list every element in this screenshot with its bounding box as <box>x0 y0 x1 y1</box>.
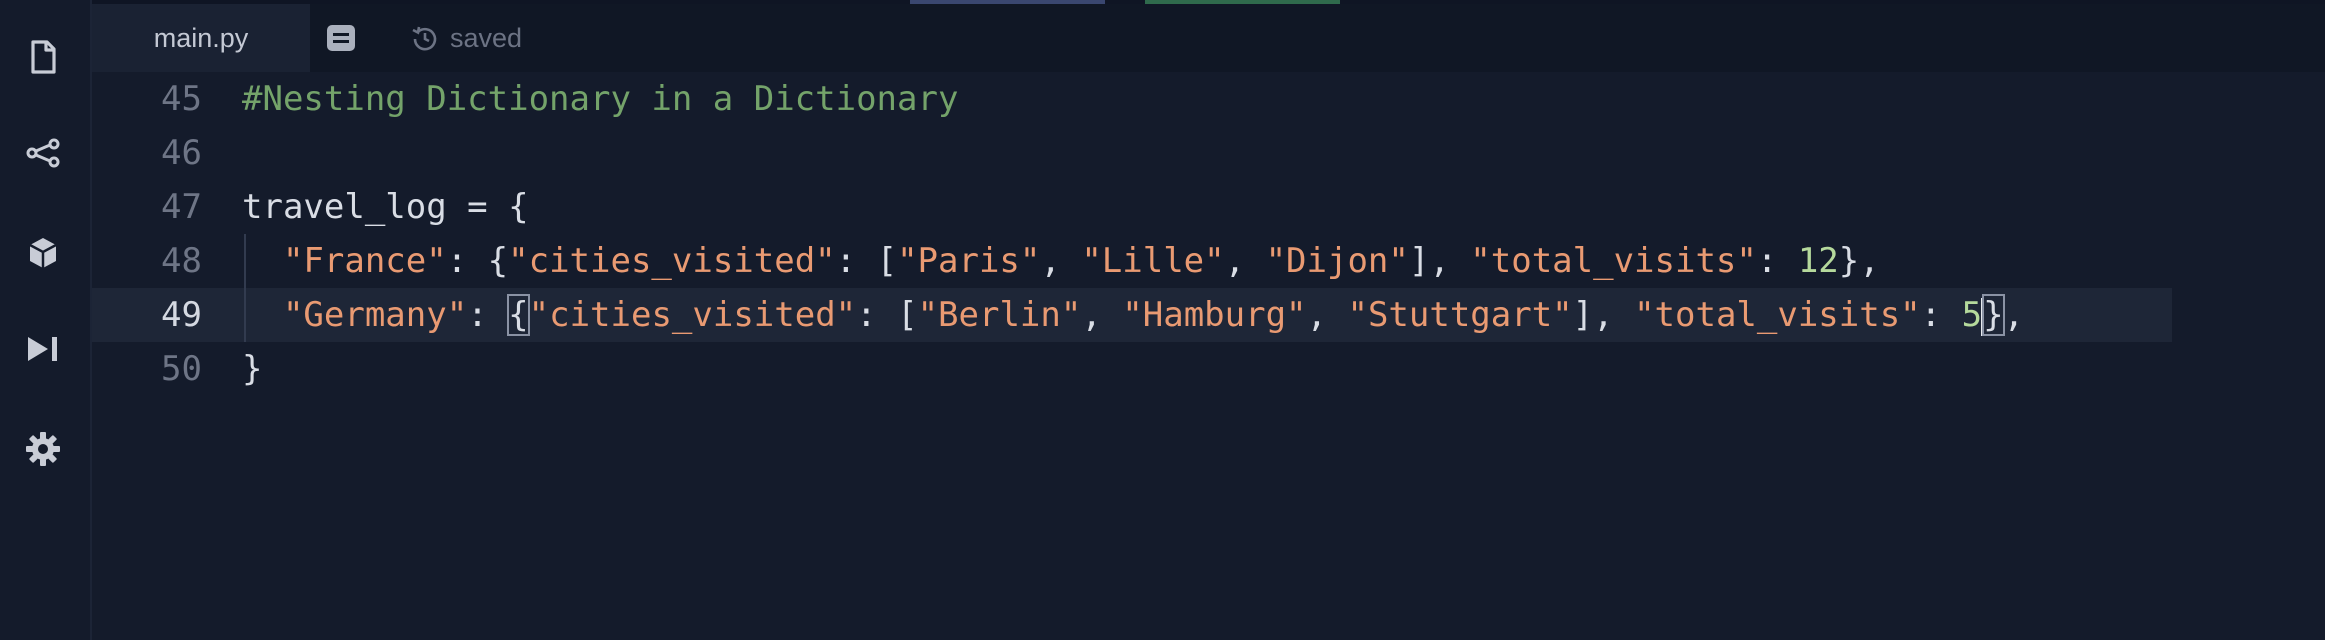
code-token: 5 <box>1961 295 1983 335</box>
code-editor[interactable]: 45 #Nesting Dictionary in a Dictionary 46 4… <box>92 72 2325 640</box>
code-token: : [ <box>856 295 918 335</box>
code-token: 12 <box>1797 241 1839 281</box>
line-code: #Nesting Dictionary in a Dictionary <box>242 72 958 126</box>
activity-sidebar <box>0 0 92 640</box>
save-status: saved <box>410 22 522 54</box>
notes-icon[interactable] <box>326 24 356 52</box>
code-token: , <box>1081 295 1123 335</box>
cube-icon[interactable] <box>22 232 64 274</box>
code-token: "Lille" <box>1081 241 1225 281</box>
line-number: 46 <box>161 133 202 173</box>
code-token: "Hamburg" <box>1122 295 1307 335</box>
line-number: 50 <box>161 349 202 389</box>
code-token: "total_visits" <box>1634 295 1921 335</box>
code-line[interactable]: 47 travel_log = { <box>92 180 2325 234</box>
tab-bar: main.py saved <box>92 4 2325 72</box>
line-number: 48 <box>161 241 202 281</box>
line-code: } <box>242 342 262 396</box>
code-token: , <box>2003 295 2025 335</box>
tab-label: main.py <box>153 22 249 53</box>
gear-icon[interactable] <box>22 428 64 470</box>
line-number: 49 <box>161 295 202 335</box>
code-token: : <box>1756 241 1798 281</box>
line-number: 45 <box>161 79 202 119</box>
code-token: }, <box>1838 241 1880 281</box>
code-token: : [ <box>835 241 898 281</box>
code-token: : { <box>446 241 509 281</box>
history-icon <box>412 26 437 51</box>
code-token: : <box>467 295 509 335</box>
line-code: travel_log = { <box>242 180 529 234</box>
file-icon[interactable] <box>22 36 64 78</box>
matched-bracket: { <box>507 294 530 336</box>
code-token: , <box>1224 241 1266 281</box>
code-token: "total_visits" <box>1470 241 1757 281</box>
code-token: , <box>1040 241 1082 281</box>
code-token: ], <box>1408 241 1471 281</box>
code-token: "France" <box>282 241 447 281</box>
code-line[interactable]: 48 "France": {"cities_visited": ["Paris"… <box>92 234 2325 288</box>
code-line[interactable]: 50} <box>92 342 2325 396</box>
save-status-label: saved <box>450 22 523 53</box>
matched-bracket: } <box>1982 294 2005 336</box>
code-token: : <box>1920 295 1962 335</box>
line-code: "Germany": {"cities_visited": ["Berlin",… <box>242 288 2024 342</box>
line-code: "France": {"cities_visited": ["Paris", "… <box>242 234 1880 288</box>
code-line[interactable]: 46 <box>92 126 2325 180</box>
tab-main-py[interactable]: main.py <box>92 4 310 72</box>
code-token: #Nesting Dictionary in a Dictionary <box>242 79 959 119</box>
code-token: "Paris" <box>897 241 1041 281</box>
code-token: "Germany" <box>282 295 468 335</box>
code-token: ], <box>1572 295 1635 335</box>
share-nodes-icon[interactable] <box>22 132 64 174</box>
code-token: "Dijon" <box>1265 241 1409 281</box>
code-token: } <box>242 349 263 389</box>
code-token: travel_log = { <box>242 187 529 227</box>
code-token: "cities_visited" <box>508 241 836 281</box>
code-token: "cities_visited" <box>528 295 857 335</box>
code-line[interactable]: 49 "Germany": {"cities_visited": ["Berli… <box>92 288 2172 342</box>
code-token: "Berlin" <box>917 295 1082 335</box>
code-line[interactable]: 45 #Nesting Dictionary in a Dictionary <box>92 72 2325 126</box>
code-token: , <box>1306 295 1348 335</box>
line-number: 47 <box>161 187 202 227</box>
run-icon[interactable] <box>22 328 64 370</box>
code-token: "Stuttgart" <box>1347 295 1573 335</box>
